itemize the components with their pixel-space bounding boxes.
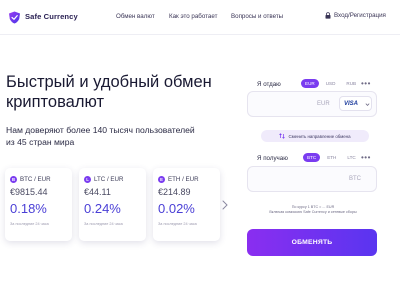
rate-period-note: За последние 24 часа [10,222,49,226]
tab-get-ltc[interactable]: LTC [343,153,359,162]
more-give-currencies-button[interactable]: ••• [361,79,371,88]
swap-direction-button[interactable]: Сменить направление обмена [261,130,369,142]
nav-exchange[interactable]: Обмен валют [116,13,155,20]
hero-title: Быстрый и удобный обмен криптовалют [6,73,212,111]
ltc-coin-icon: L [84,176,91,183]
get-label: Я получаю [257,155,288,162]
swap-arrows-icon [279,133,286,139]
login-button[interactable]: Вход/Регистрация [325,12,386,19]
get-currency-tabs: BTC ETH LTC [303,153,360,162]
rate-change: 0.24% [84,201,121,216]
brand-name[interactable]: Safe Currency [25,12,78,21]
nav-how-it-works[interactable]: Как это работает [169,13,217,20]
more-get-currencies-button[interactable]: ••• [361,153,371,162]
hero-subtitle: Нам доверяют более 140 тысяч пользовател… [6,125,195,147]
login-label: Вход/Регистрация [334,12,386,19]
rate-change: 0.18% [10,201,47,216]
tab-give-rub[interactable]: RUB [342,79,360,88]
rate-price: €214.89 [158,187,191,197]
rate-pair: LTC / EUR [94,176,124,183]
visa-logo: VISA [344,101,359,107]
fee-info-text: Включая комиссию Safe Currency и сетевые… [269,210,357,215]
rate-card-header: L LTC / EUR [84,176,123,183]
tab-get-btc[interactable]: BTC [303,153,321,162]
rate-info: По курсу 1 BTC = ... EUR Включая комисси… [254,205,372,215]
rate-change: 0.02% [158,201,195,216]
swap-direction-label: Сменить направление обмена [288,133,351,139]
chevron-right-icon[interactable] [222,200,228,210]
chevron-down-icon [365,103,370,106]
rate-period-note: За последние 24 часа [158,222,197,226]
rate-period-note: За последние 24 часа [84,222,123,226]
btc-coin-icon: B [10,176,17,183]
get-currency-code: BTC [349,176,361,182]
eth-coin-icon: E [158,176,165,183]
give-currency-tabs: EUR USD RUB [301,79,360,88]
rate-card-ltc[interactable]: L LTC / EUR €44.11 0.24% За последние 24… [79,168,146,241]
rate-card-btc[interactable]: B BTC / EUR €9815.44 0.18% За последние … [5,168,72,241]
give-currency-code: EUR [317,101,330,107]
rate-card-header: B BTC / EUR [10,176,51,183]
page: Safe Currency Обмен валют Как это работа… [0,0,400,298]
rate-card-eth[interactable]: E ETH / EUR €214.89 0.02% За последние 2… [153,168,220,241]
tab-give-usd[interactable]: USD [322,79,340,88]
payment-method-select[interactable]: VISA [339,96,372,111]
rate-pair: BTC / EUR [20,176,51,183]
rate-price: €9815.44 [10,187,48,197]
rate-price: €44.11 [84,187,111,197]
rate-card-header: E ETH / EUR [158,176,199,183]
shield-logo-icon[interactable] [8,11,21,24]
header: Safe Currency Обмен валют Как это работа… [0,0,400,34]
give-label: Я отдаю [257,81,281,88]
nav-faq[interactable]: Вопросы и ответы [231,13,283,20]
tab-give-eur[interactable]: EUR [301,79,319,88]
header-divider [0,34,400,35]
get-amount-input[interactable]: BTC [247,166,377,192]
rate-pair: ETH / EUR [168,176,199,183]
tab-get-eth[interactable]: ETH [323,153,340,162]
exchange-submit-button[interactable]: ОБМЕНЯТЬ [247,229,377,256]
lock-icon [325,12,331,19]
